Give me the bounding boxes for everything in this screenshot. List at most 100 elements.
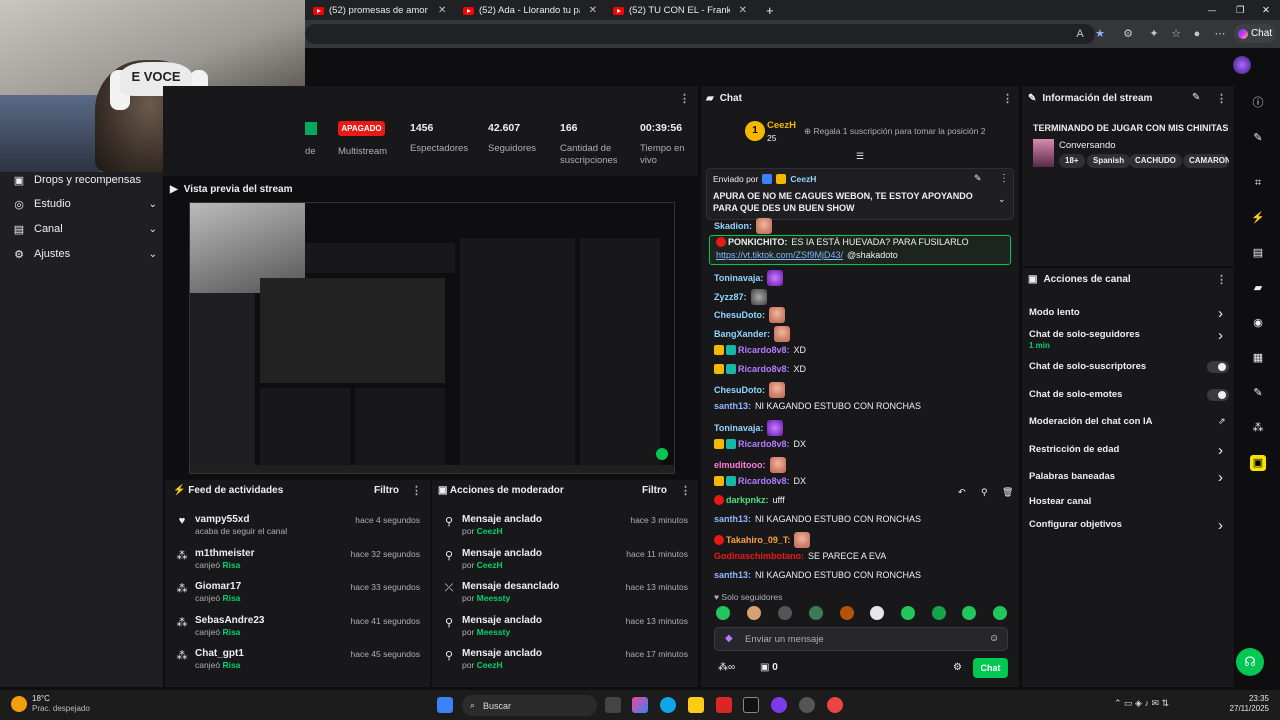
task-view-icon[interactable]: [605, 697, 621, 713]
chat-username[interactable]: ChesuDoto:: [714, 385, 765, 395]
moderator-name[interactable]: CeezH: [477, 526, 503, 536]
list-item[interactable]: ⁂ Chat_gpt1 canjeó Risa hace 45 segundos: [165, 644, 430, 677]
chat-message[interactable]: PONKICHITO: ES IA ESTÁ HUEVADA? PARA FUSI…: [716, 237, 969, 247]
file-explorer-icon[interactable]: [688, 697, 704, 713]
activity-user[interactable]: Chat_gpt1: [195, 648, 244, 659]
chat-message[interactable]: BangXander:: [714, 326, 791, 342]
obs-icon[interactable]: [799, 697, 815, 713]
channel-action-item[interactable]: Moderación del chat con IA: [1029, 416, 1229, 427]
activity-user[interactable]: SebasAndre23: [195, 615, 264, 626]
chat-input[interactable]: ◆ Enviar un mensaje ☺: [714, 627, 1008, 651]
chat-message[interactable]: ChesuDoto:: [714, 382, 785, 398]
top-gifter-name[interactable]: CeezH: [767, 120, 796, 131]
chat-username[interactable]: Ricardo8v8:: [738, 439, 790, 449]
sidebar-item-canal[interactable]: ▤ Canal ⌄: [12, 219, 157, 239]
chat-username[interactable]: Zyzz87:: [714, 292, 747, 302]
user-avatar[interactable]: [1233, 56, 1251, 74]
category-name[interactable]: Conversando: [1059, 140, 1116, 151]
channel-action-item[interactable]: Modo lento: [1029, 307, 1229, 318]
chat-message[interactable]: santh13: NI KAGANDO ESTUBO CON RONCHAS: [714, 401, 921, 411]
stream-tag[interactable]: CACHUDO: [1129, 154, 1182, 168]
mod-filter-button[interactable]: Filtro: [642, 485, 667, 496]
chat-message[interactable]: darkpnkz: ufff: [714, 495, 785, 505]
chat-message[interactable]: Skadion:: [714, 218, 773, 234]
channel-action-item[interactable]: Chat de solo-emotes: [1029, 389, 1229, 400]
chat-username[interactable]: darkpnkz:: [726, 495, 769, 505]
stream-preview-video[interactable]: [189, 202, 675, 474]
clock-date[interactable]: 27/11/2025: [1225, 704, 1269, 713]
activity-user[interactable]: m1thmeister: [195, 548, 254, 559]
chat-message[interactable]: Zyzz87:: [714, 289, 767, 305]
copilot-app-icon[interactable]: [632, 697, 648, 713]
extension-tile-icon[interactable]: ▣: [1250, 455, 1266, 471]
close-tab-icon[interactable]: ✕: [739, 5, 747, 16]
list-item[interactable]: ⁂ SebasAndre23 canjeó Risa hace 41 segundos: [165, 611, 430, 644]
quick-emote-icon[interactable]: [962, 606, 976, 620]
more-menu-icon[interactable]: ⋯: [1212, 26, 1228, 42]
more-options-icon[interactable]: ⋮: [679, 92, 690, 105]
chat-username[interactable]: Ricardo8v8:: [738, 476, 790, 486]
chevron-right-icon[interactable]: ›: [1218, 442, 1223, 459]
chat-username[interactable]: Godinaschimbotano:: [714, 551, 804, 561]
moderator-name[interactable]: CeezH: [477, 660, 503, 670]
chat-username[interactable]: santh13:: [714, 401, 751, 411]
chat-username[interactable]: Toninavaja:: [714, 273, 763, 283]
feed-more-icon[interactable]: ⋮: [411, 484, 422, 497]
chat-settings-icon[interactable]: ⚙: [953, 662, 962, 673]
profile-icon[interactable]: ●: [1189, 26, 1205, 42]
chat-username[interactable]: Ricardo8v8:: [738, 345, 790, 355]
toggle-switch[interactable]: [1207, 389, 1229, 401]
chat-username[interactable]: BangXander:: [714, 329, 770, 339]
external-link-icon[interactable]: ⇗: [1218, 416, 1226, 427]
bookmark-star-icon[interactable]: ★: [1092, 26, 1108, 42]
channel-action-item[interactable]: Hostear canal: [1029, 496, 1229, 507]
moderator-name[interactable]: CeezH: [477, 560, 503, 570]
chat-username[interactable]: Toninavaja:: [714, 423, 763, 433]
reply-icon[interactable]: ↶: [958, 487, 966, 498]
multistream-label[interactable]: Multistream: [338, 146, 387, 157]
list-item[interactable]: ⚲ Mensaje anclado por Meessty hace 13 minut…: [432, 611, 698, 644]
broadcast-icon[interactable]: ◉: [1250, 315, 1266, 331]
chat-message[interactable]: https://vt.tiktok.com/ZSf9MjD43/ @shakad…: [716, 250, 898, 260]
lightning-icon[interactable]: ⚡: [1250, 210, 1266, 226]
close-window-icon[interactable]: ✕: [1254, 2, 1270, 19]
chat-link[interactable]: https://vt.tiktok.com/ZSf9MjD43/: [716, 250, 843, 260]
chat-username[interactable]: Takahiro_09_T:: [726, 535, 790, 545]
sidebar-item-drops[interactable]: ▣ Drops y recompensas: [12, 170, 157, 190]
moderator-name[interactable]: Meessty: [477, 593, 511, 603]
quick-emote-icon[interactable]: [870, 606, 884, 620]
sidebar-item-ajustes[interactable]: ⚙ Ajustes ⌄: [12, 244, 157, 264]
chat-username[interactable]: Skadion:: [714, 221, 752, 231]
moderator-name[interactable]: Meessty: [477, 627, 511, 637]
app-red-icon[interactable]: [716, 697, 732, 713]
close-tab-icon[interactable]: ✕: [589, 5, 597, 16]
stream-tag[interactable]: 18+: [1059, 154, 1085, 168]
quick-emote-icon[interactable]: [716, 606, 730, 620]
list-item[interactable]: ♥ vampy55xd acaba de seguir el canal hace 4…: [165, 510, 430, 543]
sidebar-item-estudio[interactable]: ◎ Estudio ⌄: [12, 194, 157, 214]
chat-username[interactable]: santh13:: [714, 570, 751, 580]
pencil-icon[interactable]: ✎: [1250, 130, 1266, 146]
chevron-right-icon[interactable]: ›: [1218, 517, 1223, 534]
minimize-icon[interactable]: —: [1200, 2, 1216, 19]
system-tray-icons[interactable]: ⌃ ▭ ◈ ♪ ✉ ⇅: [1114, 698, 1169, 709]
address-bar[interactable]: [305, 24, 1095, 44]
browser-tab-1[interactable]: (52) promesas de amor jhonny fi ✕: [305, 2, 455, 19]
mod-more-icon[interactable]: ⋮: [680, 484, 691, 497]
activity-user[interactable]: Giomar17: [195, 581, 241, 592]
pin-icon[interactable]: ✎: [974, 173, 982, 184]
taskbar-search[interactable]: ⌕ Buscar: [462, 695, 597, 716]
channel-action-item[interactable]: Chat de solo-suscriptores: [1029, 361, 1229, 372]
chat-message[interactable]: santh13: NI KAGANDO ESTUBO CON RONCHAS: [714, 514, 921, 524]
quick-emote-icon[interactable]: [747, 606, 761, 620]
quick-emote-icon[interactable]: [993, 606, 1007, 620]
maximize-icon[interactable]: ❐: [1228, 2, 1244, 19]
quick-emote-icon[interactable]: [901, 606, 915, 620]
chat-username[interactable]: Ricardo8v8:: [738, 364, 790, 374]
chevron-down-icon[interactable]: ⌄: [998, 194, 1006, 205]
chat-message[interactable]: santh13: NI KAGANDO ESTUBO CON RONCHAS: [714, 570, 921, 580]
nodes-icon[interactable]: ⁂: [1250, 420, 1266, 436]
chevron-right-icon[interactable]: ›: [1218, 327, 1223, 344]
capcut-icon[interactable]: [743, 697, 759, 713]
edge-icon[interactable]: [660, 697, 676, 713]
